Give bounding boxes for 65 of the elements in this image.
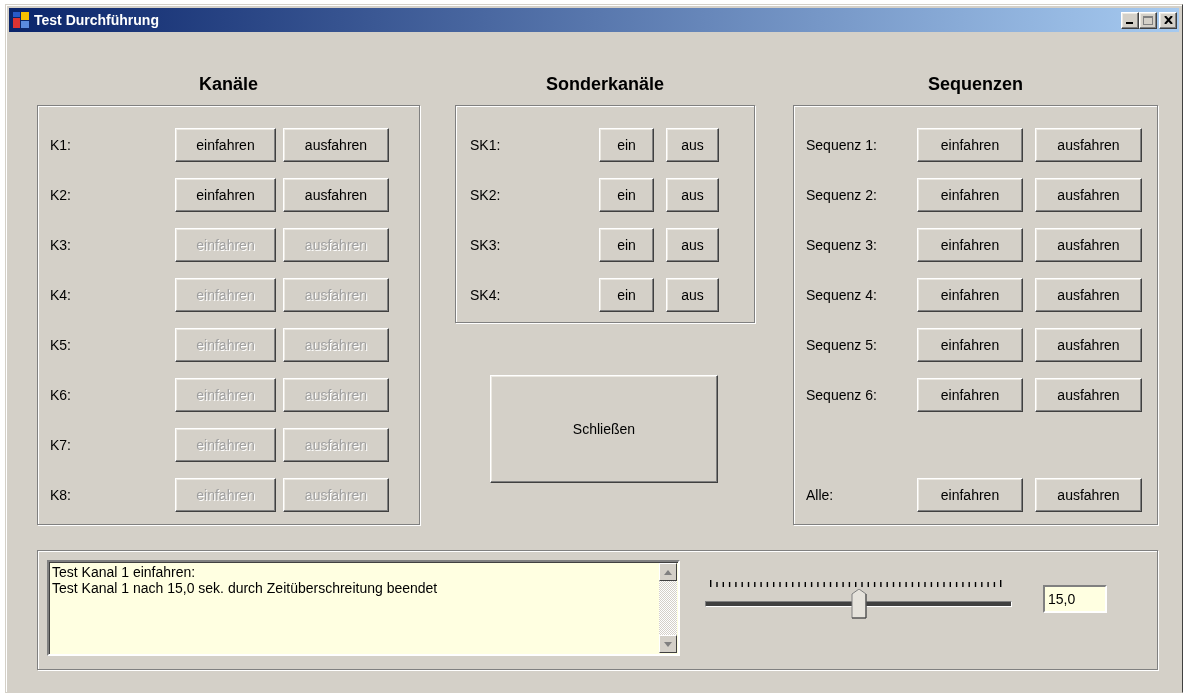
log-line: Test Kanal 1 nach 15,0 sek. durch Zeitüberschreitung beendet xyxy=(52,580,439,596)
row-label: K8: xyxy=(50,487,72,503)
window-title: Test Durchführung xyxy=(34,12,160,28)
row-label: K5: xyxy=(50,337,72,353)
row-label: K2: xyxy=(50,187,72,203)
out-button[interactable]: aus xyxy=(666,278,719,312)
maximize-button[interactable] xyxy=(1139,11,1157,29)
app-icon xyxy=(13,12,29,28)
scroll-down-icon xyxy=(664,641,672,647)
row-label: Sequenz 6: xyxy=(806,387,878,403)
close-icon xyxy=(1163,16,1173,24)
minimize-button[interactable] xyxy=(1121,11,1139,29)
in-button[interactable]: ein xyxy=(599,278,654,312)
group-heading: Sonderkanäle xyxy=(545,73,664,96)
in-button[interactable]: einfahren xyxy=(917,228,1023,262)
row-label: K3: xyxy=(50,237,72,253)
in-button[interactable]: einfahren xyxy=(917,478,1023,512)
log-line: Test Kanal 1 einfahren: xyxy=(52,564,197,580)
out-button[interactable]: ausfahren xyxy=(1035,478,1142,512)
out-button[interactable]: aus xyxy=(666,228,719,262)
row-label: Sequenz 2: xyxy=(806,187,878,203)
row-label: K7: xyxy=(50,437,72,453)
scroll-up-icon xyxy=(664,569,672,575)
row-label: Sequenz 1: xyxy=(806,137,878,153)
in-button[interactable]: einfahren xyxy=(917,128,1023,162)
row-label: K6: xyxy=(50,387,72,403)
out-button[interactable]: aus xyxy=(666,128,719,162)
row-label: Sequenz 4: xyxy=(806,287,878,303)
in-button[interactable]: einfahren xyxy=(917,378,1023,412)
row-label: Alle: xyxy=(806,487,835,503)
row-label: Sequenz 3: xyxy=(806,237,878,253)
out-button[interactable]: ausfahren xyxy=(1035,178,1142,212)
out-button[interactable]: ausfahren xyxy=(1035,378,1142,412)
group-heading: Kanäle xyxy=(199,73,258,96)
close-dialog-button[interactable]: Schließen xyxy=(490,375,718,483)
in-button[interactable]: einfahren xyxy=(917,278,1023,312)
row-label: SK3: xyxy=(470,237,502,253)
in-button[interactable]: einfahren xyxy=(175,178,276,212)
group-heading: Sequenzen xyxy=(928,73,1023,96)
in-button[interactable]: einfahren xyxy=(917,328,1023,362)
out-button[interactable]: aus xyxy=(666,178,719,212)
row-label: SK1: xyxy=(470,137,502,153)
slider-thumb[interactable] xyxy=(850,589,867,619)
close-button[interactable] xyxy=(1159,11,1177,29)
scrollbar[interactable] xyxy=(659,563,677,653)
in-button[interactable]: ein xyxy=(599,128,654,162)
in-button[interactable]: ein xyxy=(599,228,654,262)
out-button[interactable]: ausfahren xyxy=(1035,128,1142,162)
in-button[interactable]: einfahren xyxy=(175,128,276,162)
in-button[interactable]: ein xyxy=(599,178,654,212)
maximize-icon xyxy=(1143,15,1153,25)
log-area[interactable]: Test Kanal 1 einfahren: Test Kanal 1 nach 15,0 sek. durch Zeitüberschreitung beendet xyxy=(47,560,680,656)
in-button[interactable]: einfahren xyxy=(917,178,1023,212)
row-label: K4: xyxy=(50,287,72,303)
out-button[interactable]: ausfahren xyxy=(283,128,389,162)
row-label: SK4: xyxy=(470,287,502,303)
out-button[interactable]: ausfahren xyxy=(1035,328,1142,362)
out-button[interactable]: ausfahren xyxy=(283,178,389,212)
row-label: K1: xyxy=(50,137,72,153)
row-label: Sequenz 5: xyxy=(806,337,878,353)
timeout-field[interactable]: 15,0 xyxy=(1043,585,1107,613)
row-label: SK2: xyxy=(470,187,502,203)
slider-track[interactable] xyxy=(705,589,1012,619)
out-button[interactable]: ausfahren xyxy=(1035,278,1142,312)
out-button[interactable]: ausfahren xyxy=(1035,228,1142,262)
